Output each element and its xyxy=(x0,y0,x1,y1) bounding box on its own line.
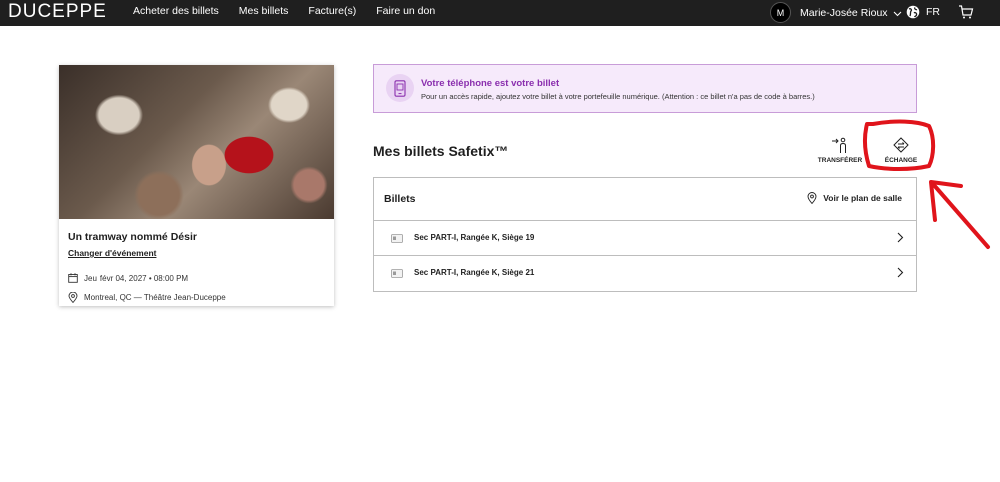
nav-item-invoices[interactable]: Facture(s) xyxy=(308,5,356,17)
nav-item-buy-tickets[interactable]: Acheter des billets xyxy=(133,5,219,17)
ticket-seat-label: Sec PART-I, Rangée K, Siège 21 xyxy=(414,268,535,277)
event-date-day: Jeu xyxy=(84,273,97,283)
globe-icon xyxy=(906,5,920,19)
exchange-icon xyxy=(893,137,909,153)
page-title: Mes billets Safetix™ xyxy=(373,143,509,159)
banner-text: Pour un accès rapide, ajoutez votre bill… xyxy=(421,92,815,101)
nav-item-my-tickets[interactable]: Mes billets xyxy=(239,5,289,17)
event-card: Un tramway nommé Désir Changer d'événeme… xyxy=(59,65,334,306)
brand-logo[interactable]: DUCEPPE xyxy=(8,1,107,23)
tickets-header: Billets Voir le plan de salle xyxy=(374,178,916,221)
avatar: M xyxy=(770,2,791,23)
user-name: Marie-Josée Rioux xyxy=(800,6,888,19)
location-pin-icon xyxy=(807,192,817,204)
chevron-down-icon xyxy=(893,4,902,22)
exchange-button[interactable]: ÉCHANGE xyxy=(881,137,921,164)
chevron-right-icon xyxy=(897,267,904,278)
tickets-header-label: Billets xyxy=(384,193,416,205)
transfer-icon xyxy=(832,137,846,153)
banner-title: Votre téléphone est votre billet xyxy=(421,78,560,89)
ticket-seat-label: Sec PART-I, Rangée K, Siège 19 xyxy=(414,233,535,242)
language-switch[interactable]: FR xyxy=(906,5,940,19)
user-menu[interactable]: M Marie-Josée Rioux xyxy=(770,2,902,23)
cart-button[interactable] xyxy=(958,4,974,25)
event-date: Jeu févr 04, 2027 • 08:00 PM xyxy=(68,273,325,283)
ticket-icon xyxy=(391,269,403,278)
location-pin-icon xyxy=(68,292,78,303)
language-label: FR xyxy=(926,6,940,18)
ticket-row[interactable]: Sec PART-I, Rangée K, Siège 19 xyxy=(374,221,916,256)
change-event-link[interactable]: Changer d'événement xyxy=(68,248,156,258)
cart-icon xyxy=(959,5,974,19)
calendar-icon xyxy=(68,273,78,283)
top-nav-bar: DUCEPPE Acheter des billets Mes billets … xyxy=(0,0,1000,26)
nav-item-donate[interactable]: Faire un don xyxy=(376,5,435,17)
event-date-text: févr 04, 2027 • 08:00 PM xyxy=(99,273,189,283)
event-location-text: Montreal, QC — Théâtre Jean-Duceppe xyxy=(84,293,226,302)
phone-icon xyxy=(386,74,414,102)
chevron-right-icon xyxy=(897,232,904,243)
ticket-row[interactable]: Sec PART-I, Rangée K, Siège 21 xyxy=(374,256,916,291)
seat-map-link[interactable]: Voir le plan de salle xyxy=(807,192,902,204)
ticket-icon xyxy=(391,234,403,243)
phone-ticket-banner: Votre téléphone est votre billet Pour un… xyxy=(373,64,917,113)
transfer-label: TRANSFÉRER xyxy=(817,157,863,164)
seat-map-label: Voir le plan de salle xyxy=(823,193,902,203)
exchange-label: ÉCHANGE xyxy=(884,157,918,164)
tickets-panel: Billets Voir le plan de salle Sec PART-I… xyxy=(373,177,917,292)
main-nav: Acheter des billets Mes billets Facture(… xyxy=(133,5,455,17)
event-location: Montreal, QC — Théâtre Jean-Duceppe xyxy=(68,292,325,303)
transfer-button[interactable]: TRANSFÉRER xyxy=(817,137,863,164)
event-title: Un tramway nommé Désir xyxy=(68,231,197,243)
event-image xyxy=(59,65,334,219)
